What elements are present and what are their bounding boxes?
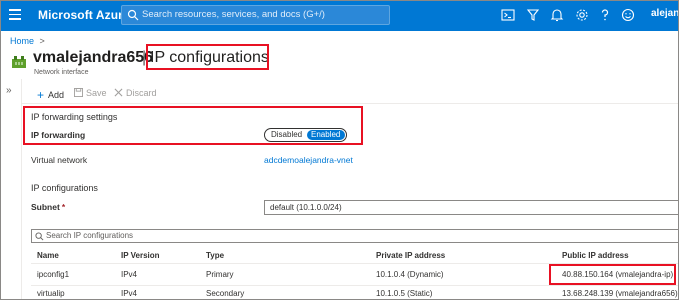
menu-icon[interactable]: [9, 9, 21, 21]
highlight-box-public-ip: [549, 264, 676, 285]
column-header-public-ip[interactable]: Public IP address: [562, 251, 629, 260]
save-icon: [74, 88, 83, 97]
add-button[interactable]: + Add: [37, 88, 64, 102]
global-search-input[interactable]: Search resources, services, and docs (G+…: [121, 5, 390, 25]
ip-forwarding-section-title: IP forwarding settings: [31, 112, 118, 122]
table-row-divider: [31, 285, 679, 286]
virtual-network-label: Virtual network: [31, 155, 88, 165]
plus-icon: +: [37, 88, 45, 102]
toolbar-divider: [22, 103, 679, 104]
table-row-public-ip[interactable]: 13.68.248.139 (vmalejandra656): [562, 289, 678, 298]
breadcrumb: Home >: [10, 36, 45, 46]
toggle-option-disabled[interactable]: Disabled: [271, 130, 302, 139]
column-header-type[interactable]: Type: [206, 251, 224, 260]
breadcrumb-home[interactable]: Home: [10, 36, 34, 46]
subnet-selected-value: default (10.1.0.0/24): [270, 203, 342, 212]
portal-brand[interactable]: Microsoft Azure: [38, 8, 130, 22]
discard-icon: [114, 88, 123, 97]
ip-forwarding-toggle[interactable]: Disabled Enabled: [264, 128, 347, 142]
ip-configurations-section-title: IP configurations: [31, 183, 98, 193]
left-collapse-strip: »: [0, 79, 22, 300]
settings-icon[interactable]: [574, 7, 590, 23]
search-icon: [35, 232, 44, 241]
toggle-option-enabled[interactable]: Enabled: [307, 130, 345, 140]
subnet-label: Subnet *: [31, 202, 65, 212]
subnet-select[interactable]: default (10.1.0.0/24): [264, 200, 679, 215]
table-row-ip-version: IPv4: [121, 270, 138, 279]
help-icon[interactable]: [597, 7, 613, 23]
highlight-box-title: [146, 44, 269, 70]
notifications-icon[interactable]: [549, 7, 565, 23]
table-row-type: Primary: [206, 270, 234, 279]
breadcrumb-separator: >: [39, 36, 45, 46]
network-interface-icon: [12, 56, 26, 68]
discard-label: Discard: [126, 88, 157, 98]
add-label: Add: [48, 90, 65, 100]
table-row-private-ip: 10.1.0.5 (Static): [376, 289, 433, 298]
column-header-name[interactable]: Name: [37, 251, 59, 260]
top-bar: Microsoft Azure Search resources, servic…: [0, 0, 679, 31]
discard-button[interactable]: Discard: [114, 88, 157, 98]
feedback-icon[interactable]: [620, 7, 636, 23]
subnet-label-text: Subnet: [31, 202, 60, 212]
column-header-ip-version[interactable]: IP Version: [121, 251, 160, 260]
account-name[interactable]: alejan: [651, 8, 679, 19]
resource-name: vmalejandra656: [33, 49, 154, 66]
table-row-name[interactable]: ipconfig1: [37, 270, 69, 279]
table-row-name[interactable]: virtualip: [37, 289, 65, 298]
expand-menu-icon[interactable]: »: [6, 85, 12, 96]
resource-type: Network interface: [34, 69, 89, 76]
required-marker: *: [61, 202, 66, 212]
save-label: Save: [86, 88, 107, 98]
column-header-private-ip[interactable]: Private IP address: [376, 251, 445, 260]
table-row-private-ip: 10.1.0.4 (Dynamic): [376, 270, 444, 279]
ip-forwarding-label: IP forwarding: [31, 130, 86, 140]
ip-config-search-input[interactable]: Search IP configurations: [31, 229, 679, 243]
toggle-enabled-label: Enabled: [311, 130, 341, 139]
search-icon: [127, 9, 139, 21]
table-row-ip-version: IPv4: [121, 289, 138, 298]
save-button[interactable]: Save: [74, 88, 107, 98]
directory-filter-icon[interactable]: [525, 7, 541, 23]
search-placeholder: Search resources, services, and docs (G+…: [142, 9, 325, 20]
cloud-shell-icon[interactable]: [500, 7, 516, 23]
ip-config-search-placeholder: Search IP configurations: [46, 231, 134, 240]
virtual-network-link[interactable]: adcdemoalejandra-vnet: [264, 155, 353, 165]
table-row-type: Secondary: [206, 289, 245, 298]
